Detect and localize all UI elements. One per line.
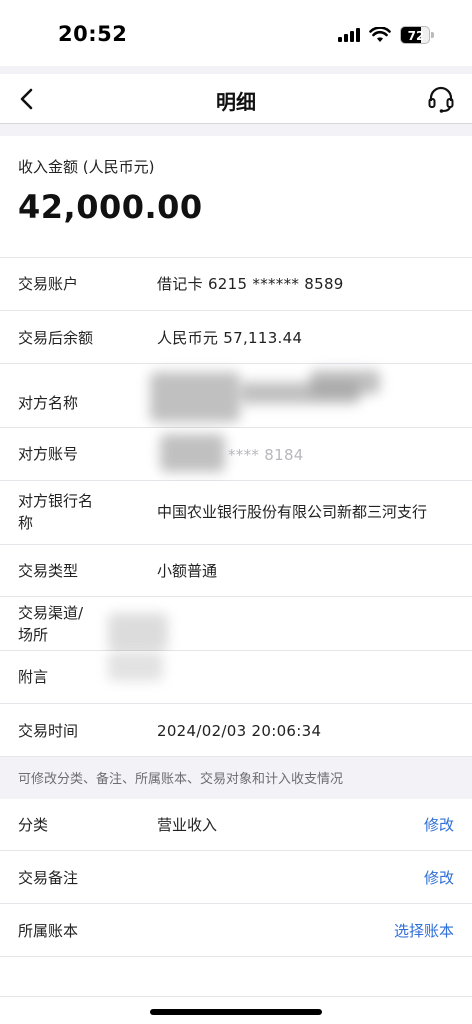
category-value: 营业收入 [157, 816, 218, 834]
counterparty-name-label: 对方名称 [18, 394, 79, 412]
counterparty-account-value: **** 8184 [228, 446, 304, 464]
amount-value: 42,000.00 [18, 188, 203, 226]
detail-row-channel: 交易渠道/场所 [0, 597, 472, 651]
account-label: 交易账户 [18, 275, 79, 293]
edit-note-button[interactable]: 修改 [424, 867, 454, 889]
account-value: 借记卡 6215 ****** 8589 [157, 275, 344, 293]
edit-row-partial [0, 957, 472, 997]
edit-row-category[interactable]: 分类 营业收入 修改 [0, 799, 472, 851]
detail-row-counterparty-account: 对方账号 **** 8184 [0, 428, 472, 481]
wifi-icon [369, 27, 391, 42]
detail-row-balance: 交易后余额 人民币元 57,113.44 [0, 311, 472, 364]
detail-row-account: 交易账户 借记卡 6215 ****** 8589 [0, 258, 472, 311]
battery-icon: 72 [400, 26, 434, 44]
page-title: 明细 [216, 90, 256, 114]
home-indicator[interactable] [150, 1009, 322, 1015]
time-label: 交易时间 [18, 722, 79, 740]
detail-row-counterparty-name: 对方名称 [0, 364, 472, 428]
detail-row-type: 交易类型 小额普通 [0, 545, 472, 597]
redaction-mask [150, 372, 240, 422]
note-label: 交易备注 [18, 869, 79, 887]
amount-label: 收入金额 (人民币元) [18, 158, 155, 176]
type-label: 交易类型 [18, 562, 79, 580]
edit-row-note[interactable]: 交易备注 修改 [0, 851, 472, 904]
section-gap [0, 124, 472, 136]
select-book-button[interactable]: 选择账本 [394, 920, 454, 942]
top-separator [0, 66, 472, 74]
counterparty-bank-value: 中国农业银行股份有限公司新都三河支行 [157, 503, 428, 521]
counterparty-account-label: 对方账号 [18, 445, 79, 463]
customer-service-button[interactable] [424, 82, 458, 116]
redaction-mask [310, 370, 380, 394]
redaction-mask [160, 434, 225, 472]
counterparty-bank-label: 对方银行名称 [18, 492, 94, 532]
detail-row-time: 交易时间 2024/02/03 20:06:34 [0, 704, 472, 757]
amount-section: 收入金额 (人民币元) 42,000.00 [0, 136, 472, 258]
time-value: 2024/02/03 20:06:34 [157, 722, 322, 740]
headset-icon [428, 86, 454, 113]
edit-notice-text: 可修改分类、备注、所属账本、交易对象和计入收支情况 [18, 772, 344, 787]
detail-row-counterparty-bank: 对方银行名称 中国农业银行股份有限公司新都三河支行 [0, 481, 472, 545]
edit-category-button[interactable]: 修改 [424, 814, 454, 836]
balance-value: 人民币元 57,113.44 [157, 329, 303, 347]
type-value: 小额普通 [157, 562, 218, 580]
redaction-mask [108, 651, 163, 681]
status-indicators: 72 [338, 24, 434, 46]
battery-level: 72 [407, 29, 425, 43]
redaction-mask [108, 613, 168, 651]
status-time: 20:52 [58, 22, 128, 46]
nav-bar: 明细 [0, 74, 472, 124]
cellular-signal-icon [338, 28, 360, 42]
edit-row-book[interactable]: 所属账本 选择账本 [0, 904, 472, 957]
status-bar: 20:52 72 [0, 0, 472, 66]
category-label: 分类 [18, 816, 49, 834]
channel-label: 交易渠道/场所 [18, 604, 84, 644]
edit-notice: 可修改分类、备注、所属账本、交易对象和计入收支情况 [0, 757, 472, 799]
book-label: 所属账本 [18, 922, 79, 940]
detail-list: 交易账户 借记卡 6215 ****** 8589 交易后余额 人民币元 57,… [0, 258, 472, 997]
balance-label: 交易后余额 [18, 329, 94, 347]
detail-row-remark: 附言 [0, 651, 472, 704]
